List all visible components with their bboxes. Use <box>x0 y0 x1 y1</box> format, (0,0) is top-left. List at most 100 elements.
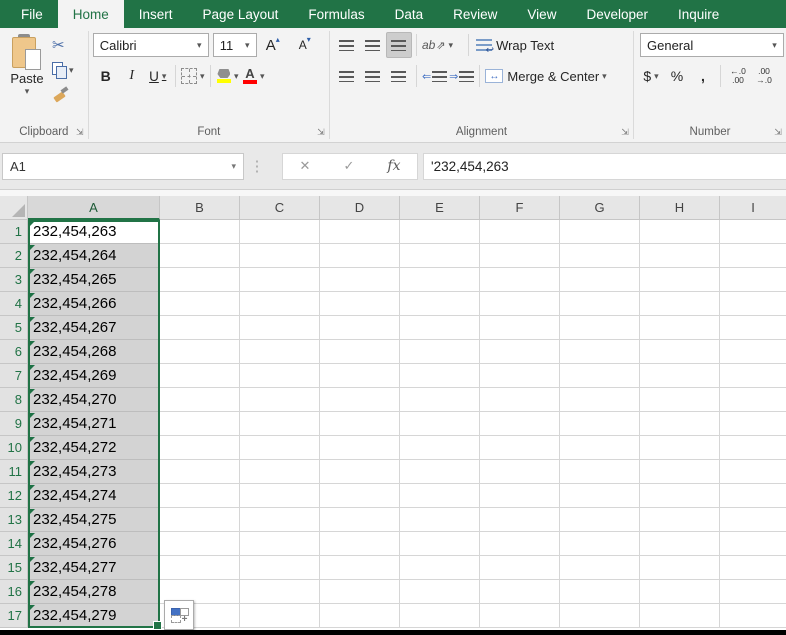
ribbon-tab-review[interactable]: Review <box>438 0 512 28</box>
cell[interactable] <box>720 484 786 508</box>
cell[interactable] <box>560 484 640 508</box>
cell[interactable] <box>480 316 560 340</box>
cell[interactable] <box>720 340 786 364</box>
cell[interactable] <box>320 220 400 244</box>
decrease-indent-button[interactable]: ⇐ <box>421 63 448 89</box>
cell[interactable] <box>640 220 720 244</box>
enter-icon[interactable] <box>343 158 354 174</box>
cell[interactable] <box>640 436 720 460</box>
cell[interactable] <box>240 532 320 556</box>
paste-button[interactable]: Paste ▾ <box>4 32 50 121</box>
cell[interactable] <box>400 580 480 604</box>
cell[interactable] <box>480 460 560 484</box>
accounting-format-button[interactable]: $ <box>638 63 664 89</box>
cell[interactable] <box>240 268 320 292</box>
row-header[interactable]: 15 <box>0 556 28 580</box>
column-header-C[interactable]: C <box>240 196 320 220</box>
paste-dropdown-arrow[interactable]: ▾ <box>25 86 30 97</box>
fill-color-button[interactable] <box>215 63 241 89</box>
cell[interactable] <box>720 220 786 244</box>
cell[interactable]: 232,454,271 <box>28 412 160 436</box>
cell[interactable] <box>640 364 720 388</box>
cell[interactable]: 232,454,274 <box>28 484 160 508</box>
cell[interactable] <box>480 244 560 268</box>
cell[interactable] <box>320 532 400 556</box>
fill-handle[interactable] <box>153 621 162 630</box>
cell[interactable] <box>560 580 640 604</box>
cell[interactable] <box>560 604 640 628</box>
cell[interactable] <box>160 316 240 340</box>
cell[interactable] <box>320 460 400 484</box>
cell[interactable] <box>720 436 786 460</box>
cell[interactable] <box>320 292 400 316</box>
cell[interactable] <box>720 388 786 412</box>
cell[interactable] <box>480 412 560 436</box>
ribbon-tab-developer[interactable]: Developer <box>571 0 663 28</box>
cell[interactable] <box>480 220 560 244</box>
font-name-combo[interactable]: Calibri <box>93 33 209 57</box>
cell[interactable] <box>560 436 640 460</box>
cell[interactable] <box>320 244 400 268</box>
cell[interactable] <box>240 508 320 532</box>
cell[interactable] <box>400 244 480 268</box>
column-header-G[interactable]: G <box>560 196 640 220</box>
select-all-button[interactable] <box>0 196 28 220</box>
cell[interactable] <box>400 508 480 532</box>
cell[interactable]: 232,454,277 <box>28 556 160 580</box>
cell[interactable] <box>720 364 786 388</box>
cell[interactable] <box>560 532 640 556</box>
cell[interactable] <box>320 580 400 604</box>
ribbon-tab-inquire[interactable]: Inquire <box>663 0 734 28</box>
cell[interactable]: 232,454,276 <box>28 532 160 556</box>
align-left-button[interactable] <box>334 63 360 89</box>
cell[interactable] <box>560 316 640 340</box>
cell[interactable] <box>240 292 320 316</box>
cell[interactable] <box>160 244 240 268</box>
formula-input[interactable]: '232,454,263 <box>423 153 786 180</box>
cell[interactable]: 232,454,263 <box>28 220 160 244</box>
cell[interactable] <box>320 316 400 340</box>
ribbon-tab-view[interactable]: View <box>512 0 571 28</box>
cell[interactable] <box>400 532 480 556</box>
cell[interactable] <box>160 532 240 556</box>
ribbon-tab-data[interactable]: Data <box>380 0 439 28</box>
increase-indent-button[interactable]: ⇒ <box>448 63 475 89</box>
bottom-align-button[interactable] <box>386 32 412 58</box>
shrink-font-button[interactable]: A <box>289 32 321 58</box>
cell[interactable] <box>240 556 320 580</box>
cell[interactable] <box>400 556 480 580</box>
cell[interactable] <box>400 220 480 244</box>
cell[interactable]: 232,454,272 <box>28 436 160 460</box>
row-header[interactable]: 7 <box>0 364 28 388</box>
cell[interactable] <box>240 220 320 244</box>
cell[interactable]: 232,454,269 <box>28 364 160 388</box>
row-header[interactable]: 9 <box>0 412 28 436</box>
font-color-button[interactable]: A <box>241 63 267 89</box>
cell[interactable]: 232,454,279 <box>28 604 160 628</box>
cell[interactable] <box>400 268 480 292</box>
cell[interactable] <box>320 604 400 628</box>
cell[interactable] <box>160 364 240 388</box>
cell[interactable]: 232,454,265 <box>28 268 160 292</box>
row-header[interactable]: 10 <box>0 436 28 460</box>
row-header[interactable]: 13 <box>0 508 28 532</box>
cell[interactable] <box>480 484 560 508</box>
cell[interactable]: 232,454,267 <box>28 316 160 340</box>
cell[interactable] <box>720 604 786 628</box>
cell[interactable] <box>160 340 240 364</box>
cell[interactable] <box>560 292 640 316</box>
cell[interactable] <box>160 268 240 292</box>
cell[interactable] <box>160 556 240 580</box>
cell[interactable] <box>480 340 560 364</box>
cell[interactable] <box>640 292 720 316</box>
ribbon-tab-home[interactable]: Home <box>58 0 124 28</box>
borders-button[interactable] <box>180 63 206 89</box>
ribbon-tab-formulas[interactable]: Formulas <box>293 0 379 28</box>
cell[interactable] <box>640 508 720 532</box>
column-header-E[interactable]: E <box>400 196 480 220</box>
clipboard-dialog-launcher[interactable] <box>74 126 86 138</box>
cell[interactable] <box>400 388 480 412</box>
cell[interactable] <box>480 268 560 292</box>
cell[interactable] <box>320 388 400 412</box>
cell[interactable] <box>560 340 640 364</box>
